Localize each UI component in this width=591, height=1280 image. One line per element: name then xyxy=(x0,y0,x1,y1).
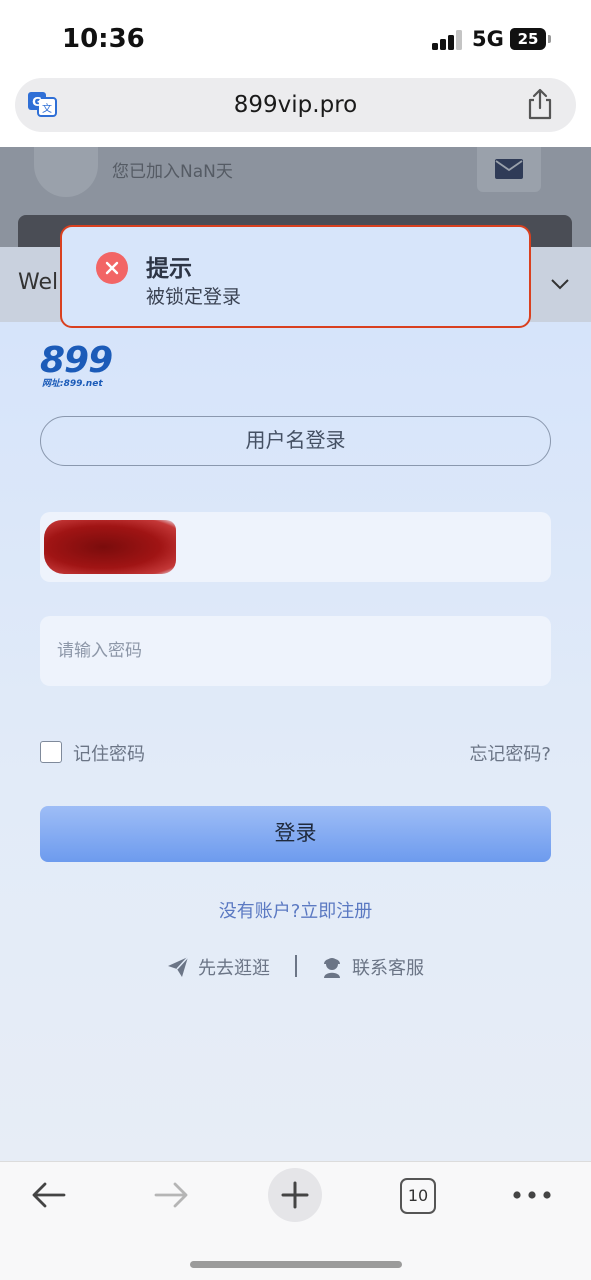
mail-icon xyxy=(495,159,523,179)
link-divider xyxy=(295,955,297,977)
welcome-text: Wel xyxy=(18,270,59,295)
plus-icon xyxy=(281,1181,309,1209)
cellular-signal-icon xyxy=(432,30,464,50)
password-field[interactable]: 请输入密码 xyxy=(40,616,551,686)
avatar xyxy=(34,147,98,197)
status-time: 10:36 xyxy=(62,24,145,54)
url-text[interactable]: 899vip.pro xyxy=(15,78,576,132)
alert-toast: 提示 被锁定登录 xyxy=(60,225,531,328)
joined-days-text: 您已加入NaN天 xyxy=(112,162,233,182)
remember-password-checkbox[interactable] xyxy=(40,741,62,763)
site-logo: 899 网址:899.net xyxy=(40,340,113,389)
share-icon[interactable] xyxy=(525,88,555,120)
address-bar[interactable]: G 文 899vip.pro xyxy=(15,78,576,132)
status-bar: 10:36 5G 25 xyxy=(0,0,591,70)
login-button[interactable]: 登录 xyxy=(40,806,551,862)
tabs-icon[interactable]: 10 xyxy=(400,1178,436,1214)
more-icon[interactable] xyxy=(512,1182,552,1208)
chevron-down-icon xyxy=(551,279,569,290)
mail-button xyxy=(477,147,541,192)
redaction-mark xyxy=(44,520,176,574)
contact-support-label: 联系客服 xyxy=(352,958,424,979)
logo-subtext: 网址:899.net xyxy=(42,379,103,389)
browse-first-label: 先去逛逛 xyxy=(198,958,270,979)
remember-password-label[interactable]: 记住密码 xyxy=(73,740,145,766)
username-field[interactable] xyxy=(40,512,551,582)
password-placeholder: 请输入密码 xyxy=(57,641,142,661)
paper-plane-icon xyxy=(168,956,189,977)
no-account-text: 没有账户? xyxy=(218,901,301,922)
secondary-links: 先去逛逛 联系客服 xyxy=(0,952,591,982)
back-arrow-icon[interactable] xyxy=(30,1180,66,1210)
username-login-button[interactable]: 用户名登录 xyxy=(40,416,551,466)
toast-message: 被锁定登录 xyxy=(146,286,242,308)
new-tab-button[interactable] xyxy=(268,1168,322,1222)
toast-title: 提示 xyxy=(146,256,192,282)
home-indicator[interactable] xyxy=(190,1261,402,1268)
battery-cap xyxy=(548,35,551,43)
network-type: 5G xyxy=(472,27,504,51)
error-close-icon xyxy=(96,252,128,284)
login-sheet: 899 网址:899.net 用户名登录 请输入密码 记住密码 忘记密码? 登录… xyxy=(0,322,591,1161)
battery-icon: 25 xyxy=(510,28,546,50)
browser-toolbar: 10 xyxy=(0,1161,591,1280)
battery-level: 25 xyxy=(517,30,539,48)
register-row: 没有账户?立即注册 xyxy=(0,897,591,923)
logo-number: 899 xyxy=(40,340,113,381)
forgot-password-link[interactable]: 忘记密码? xyxy=(469,740,551,766)
customer-service-icon xyxy=(324,958,340,978)
register-link[interactable]: 立即注册 xyxy=(300,901,372,922)
forward-arrow-icon[interactable] xyxy=(154,1180,190,1210)
